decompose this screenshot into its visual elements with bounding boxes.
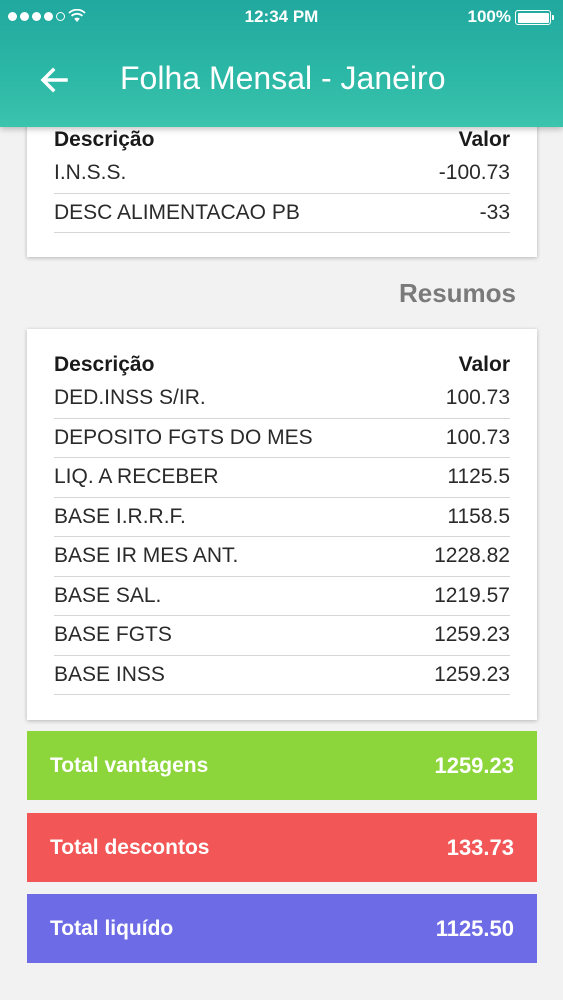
total-liquido-label: Total liquído: [50, 916, 174, 940]
total-vantagens-value: 1259.23: [434, 752, 514, 778]
row-desc: BASE IR MES ANT.: [54, 544, 239, 568]
row-desc: BASE FGTS: [54, 623, 172, 647]
total-vantagens-bar: Total vantagens 1259.23: [27, 731, 537, 800]
total-descontos-bar: Total descontos 133.73: [27, 813, 537, 882]
resumos-table: Descrição Valor DED.INSS S/IR. 100.73 DE…: [54, 353, 510, 695]
row-valor: 1125.5: [447, 465, 510, 489]
table-header: Descrição Valor: [54, 128, 510, 154]
table-header: Descrição Valor: [54, 353, 510, 379]
row-valor: 1219.57: [434, 583, 510, 607]
row-desc: DESC ALIMENTACAO PB: [54, 200, 300, 224]
battery-percent: 100%: [467, 7, 511, 26]
row-valor: 1259.23: [434, 662, 510, 686]
table-row: I.N.S.S. -100.73: [54, 154, 510, 194]
row-desc: BASE I.R.R.F.: [54, 504, 186, 528]
col-descricao: Descrição: [54, 128, 155, 151]
total-liquido-value: 1125.50: [435, 915, 514, 941]
table-row: BASE SAL. 1219.57: [54, 577, 510, 616]
row-desc: LIQ. A RECEBER: [54, 465, 219, 489]
total-vantagens-label: Total vantagens: [50, 753, 209, 777]
page-title: Folha Mensal - Janeiro: [120, 60, 446, 96]
battery-icon: [515, 10, 554, 25]
table-row: DED.INSS S/IR. 100.73: [54, 379, 510, 419]
row-desc: I.N.S.S.: [54, 161, 127, 185]
section-title-resumos: Resumos: [398, 278, 516, 308]
row-valor: -100.73: [438, 161, 510, 185]
table-row: BASE IR MES ANT. 1228.82: [54, 537, 510, 577]
col-valor: Valor: [458, 128, 510, 151]
row-desc: BASE SAL.: [54, 583, 162, 607]
table-row: BASE I.R.R.F. 1158.5: [54, 498, 510, 537]
row-desc: DED.INSS S/IR.: [54, 386, 206, 410]
row-valor: -33: [479, 200, 510, 224]
table-row: DEPOSITO FGTS DO MES 100.73: [54, 419, 510, 458]
table-row: DESC ALIMENTACAO PB -33: [54, 194, 510, 233]
total-descontos-label: Total descontos: [50, 835, 210, 859]
row-desc: DEPOSITO FGTS DO MES: [54, 425, 313, 449]
row-valor: 1259.23: [434, 623, 510, 647]
row-valor: 1228.82: [434, 544, 510, 568]
descontos-table: Descrição Valor I.N.S.S. -100.73 DESC AL…: [54, 128, 510, 233]
row-desc: BASE INSS: [54, 662, 165, 686]
back-arrow-icon[interactable]: [36, 62, 72, 98]
col-valor: Valor: [458, 353, 510, 376]
total-descontos-value: 133.73: [446, 834, 514, 860]
total-liquido-bar: Total liquído 1125.50: [27, 894, 537, 963]
status-bar: 12:34 PM 100%: [0, 0, 563, 34]
row-valor: 1158.5: [447, 504, 510, 528]
app-bar: 12:34 PM 100% Folha Mensal - Janeiro: [0, 0, 563, 127]
table-row: BASE INSS 1259.23: [54, 656, 510, 695]
col-descricao: Descrição: [54, 353, 155, 376]
row-valor: 100.73: [445, 386, 510, 410]
table-row: BASE FGTS 1259.23: [54, 616, 510, 656]
row-valor: 100.73: [445, 425, 510, 449]
table-row: LIQ. A RECEBER 1125.5: [54, 458, 510, 498]
resumos-card: Descrição Valor DED.INSS S/IR. 100.73 DE…: [27, 329, 537, 720]
